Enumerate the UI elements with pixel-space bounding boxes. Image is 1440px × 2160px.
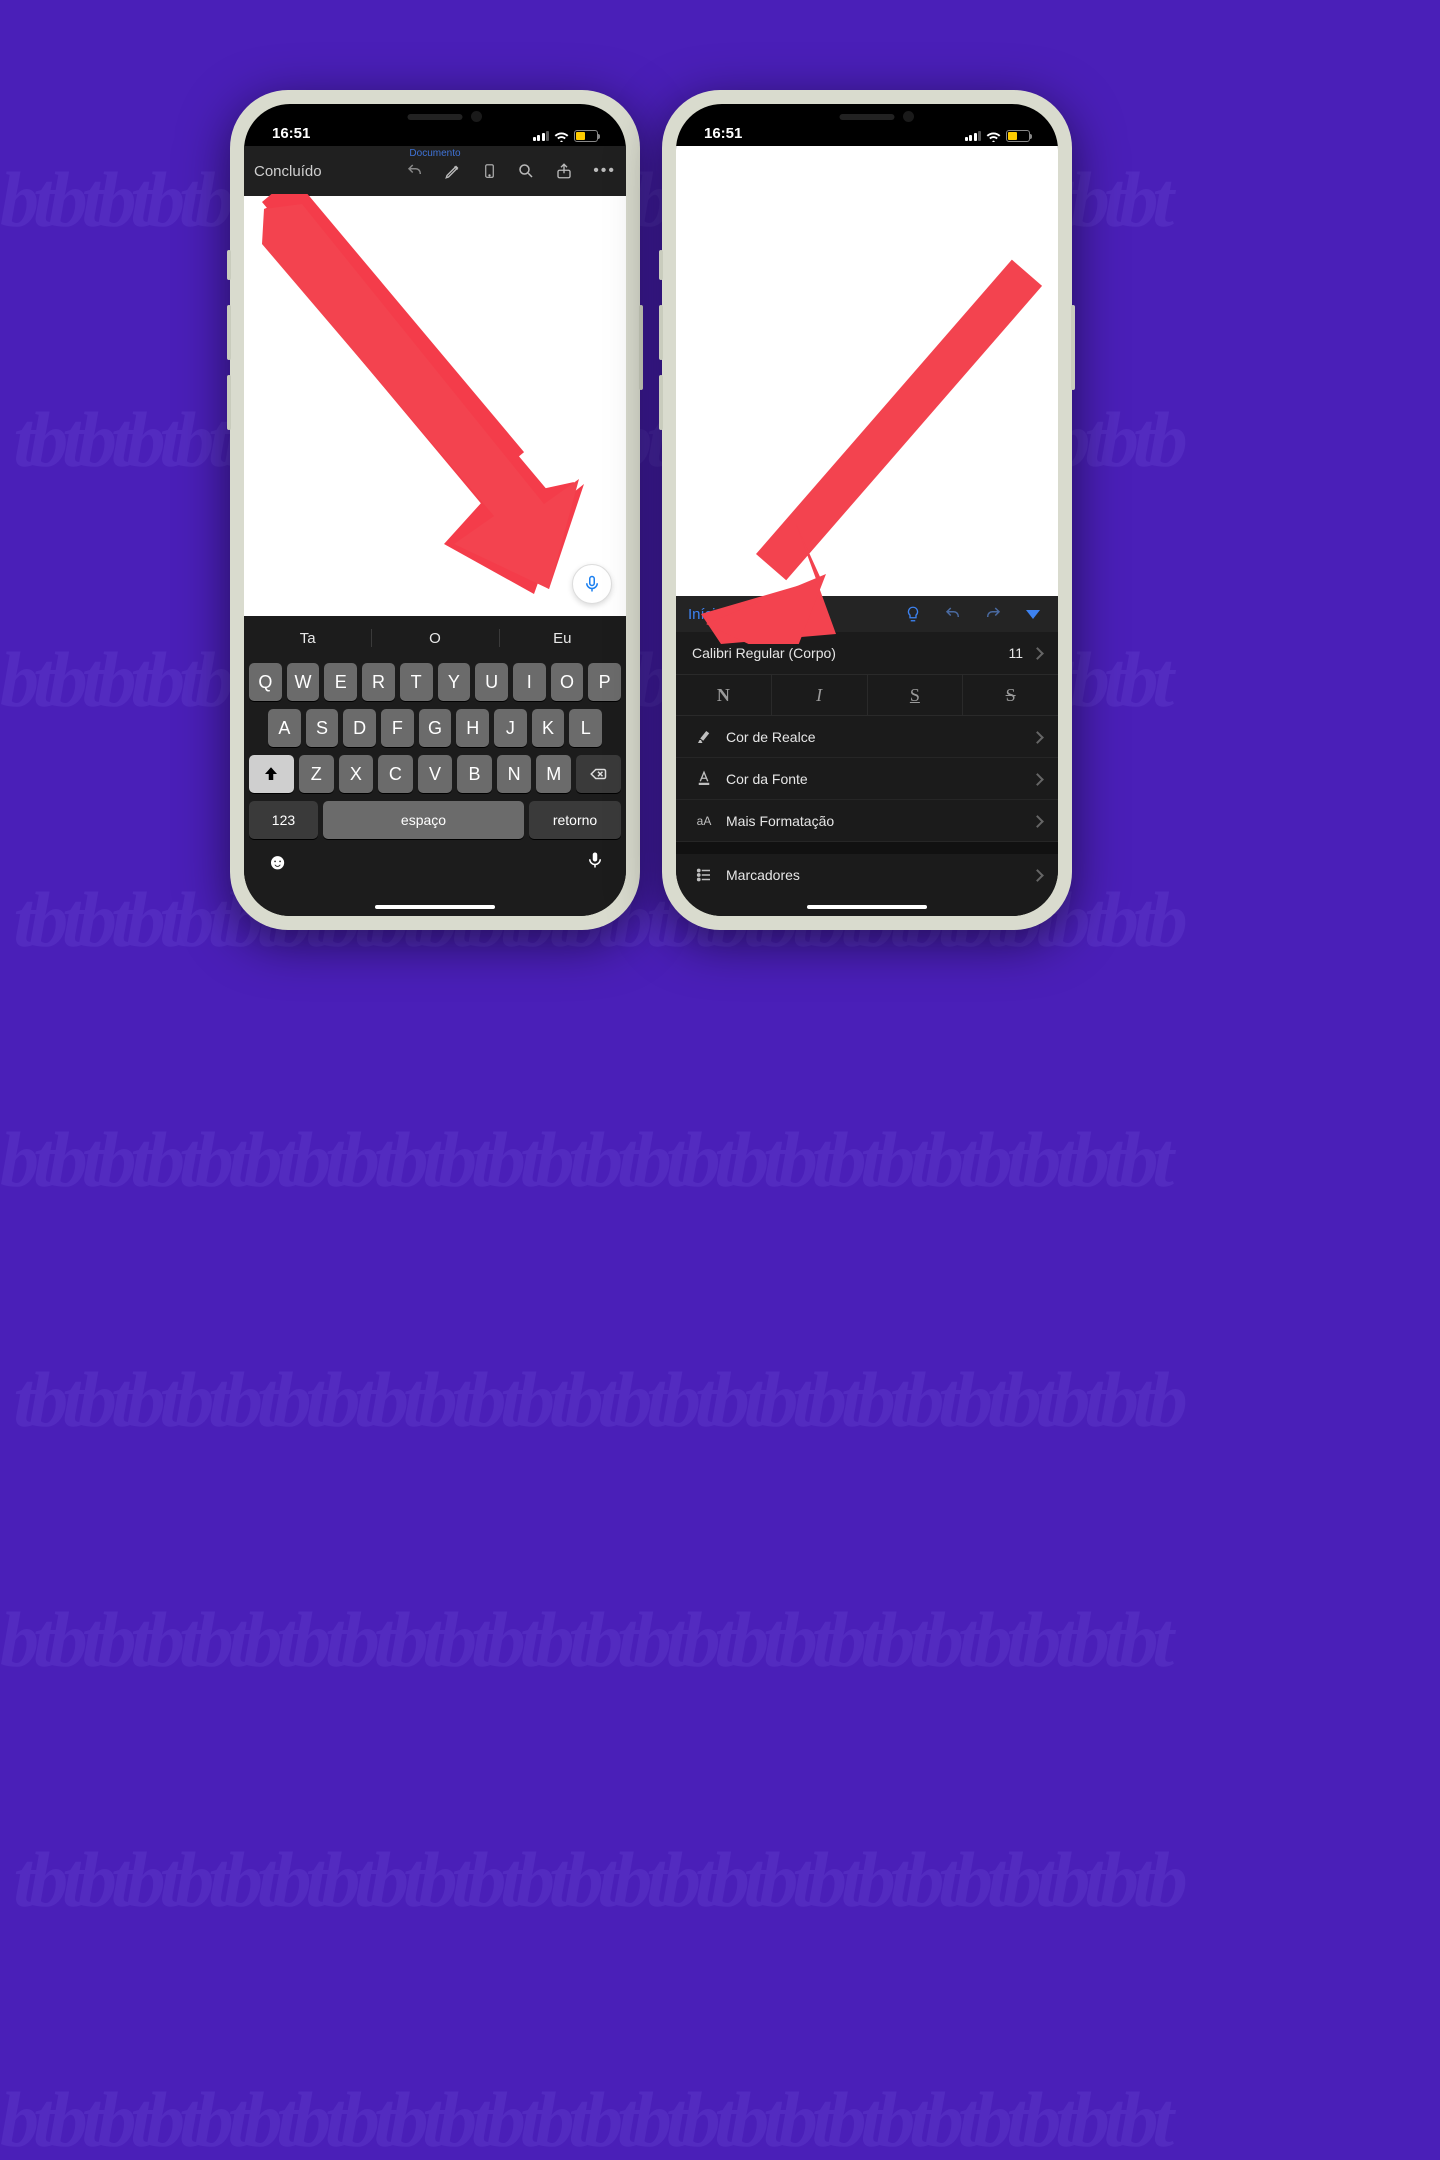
more-formatting-row[interactable]: aA Mais Formatação	[676, 800, 1058, 842]
status-time: 16:51	[272, 125, 310, 142]
key-return[interactable]: retorno	[529, 801, 621, 839]
home-indicator[interactable]	[375, 905, 495, 909]
key-y[interactable]: Y	[438, 663, 471, 701]
done-button[interactable]: Concluído	[254, 163, 322, 180]
key-p[interactable]: P	[588, 663, 621, 701]
key-w[interactable]: W	[287, 663, 320, 701]
key-d[interactable]: D	[343, 709, 376, 747]
font-size: 11	[1008, 645, 1023, 661]
emoji-button[interactable]: ☻	[266, 849, 289, 876]
key-h[interactable]: H	[456, 709, 489, 747]
key-z[interactable]: Z	[299, 755, 334, 793]
key-k[interactable]: K	[532, 709, 565, 747]
key-b[interactable]: B	[457, 755, 492, 793]
chevron-right-icon	[1033, 645, 1042, 661]
bold-button[interactable]: N	[676, 675, 771, 715]
key-m[interactable]: M	[536, 755, 571, 793]
wifi-icon	[986, 131, 1001, 142]
chevron-right-icon	[1033, 813, 1042, 829]
key-numbers[interactable]: 123	[249, 801, 318, 839]
document-canvas[interactable]	[676, 146, 1058, 596]
undo-icon[interactable]	[940, 605, 966, 623]
bullets-icon	[692, 866, 716, 884]
font-color-row[interactable]: Cor da Fonte	[676, 758, 1058, 800]
battery-icon	[1006, 130, 1030, 142]
key-i[interactable]: I	[513, 663, 546, 701]
key-t[interactable]: T	[400, 663, 433, 701]
menu-label: Cor da Fonte	[726, 771, 808, 787]
key-x[interactable]: X	[339, 755, 374, 793]
dictate-button[interactable]	[586, 849, 604, 876]
signal-icon	[965, 131, 982, 141]
font-color-icon	[692, 770, 716, 788]
signal-icon	[533, 131, 550, 141]
key-o[interactable]: O	[551, 663, 584, 701]
redo-icon[interactable]	[980, 605, 1006, 623]
key-c[interactable]: C	[378, 755, 413, 793]
draw-icon[interactable]	[444, 162, 462, 180]
undo-icon[interactable]	[406, 162, 424, 180]
key-g[interactable]: G	[419, 709, 452, 747]
tell-me-icon[interactable]	[900, 605, 926, 623]
document-canvas[interactable]	[244, 196, 626, 616]
phone-left: 16:51 Documento Concluído •••	[230, 90, 640, 930]
chevron-right-icon	[1033, 771, 1042, 787]
key-space[interactable]: espaço	[323, 801, 524, 839]
key-r[interactable]: R	[362, 663, 395, 701]
keyboard: Ta O Eu Q W E R T Y U I O P A S D F	[244, 616, 626, 916]
app-toolbar: Documento Concluído •••	[244, 146, 626, 196]
key-n[interactable]: N	[497, 755, 532, 793]
home-indicator[interactable]	[807, 905, 927, 909]
notch	[772, 104, 962, 134]
ribbon-header: Início	[676, 596, 1058, 632]
doc-title[interactable]: Documento	[244, 148, 626, 159]
chevron-right-icon	[1033, 729, 1042, 745]
ribbon-panel: Calibri Regular (Corpo) 11 N I S S Cor d…	[676, 632, 1058, 916]
notch	[340, 104, 530, 134]
collapse-ribbon-icon[interactable]	[1020, 610, 1046, 619]
chevron-right-icon	[1033, 867, 1042, 883]
phone-right: 16:51 Início Calibri Regular (	[662, 90, 1072, 930]
key-j[interactable]: J	[494, 709, 527, 747]
battery-icon	[574, 130, 598, 142]
key-v[interactable]: V	[418, 755, 453, 793]
suggestion-3[interactable]: Eu	[499, 621, 626, 655]
ribbon-tab-button[interactable]: Início	[688, 606, 740, 623]
text-case-icon: aA	[692, 814, 716, 828]
more-icon[interactable]: •••	[593, 162, 616, 180]
search-icon[interactable]	[517, 162, 535, 180]
highlight-icon	[692, 728, 716, 746]
status-time: 16:51	[704, 125, 742, 142]
font-name: Calibri Regular (Corpo)	[692, 645, 836, 661]
menu-label: Mais Formatação	[726, 813, 834, 829]
mobile-icon[interactable]	[482, 162, 497, 180]
menu-label: Cor de Realce	[726, 729, 816, 745]
wifi-icon	[554, 131, 569, 142]
selector-icon	[732, 609, 740, 620]
key-l[interactable]: L	[569, 709, 602, 747]
underline-button[interactable]: S	[867, 675, 963, 715]
highlight-color-row[interactable]: Cor de Realce	[676, 716, 1058, 758]
key-u[interactable]: U	[475, 663, 508, 701]
key-backspace[interactable]	[576, 755, 621, 793]
menu-label: Marcadores	[726, 867, 800, 883]
strike-button[interactable]: S	[962, 675, 1058, 715]
share-icon[interactable]	[555, 162, 573, 180]
font-row[interactable]: Calibri Regular (Corpo) 11	[676, 632, 1058, 674]
suggestion-1[interactable]: Ta	[244, 621, 371, 655]
key-q[interactable]: Q	[249, 663, 282, 701]
key-s[interactable]: S	[306, 709, 339, 747]
ribbon-tab-label: Início	[688, 606, 724, 623]
italic-button[interactable]: I	[771, 675, 867, 715]
key-f[interactable]: F	[381, 709, 414, 747]
key-shift[interactable]	[249, 755, 294, 793]
key-a[interactable]: A	[268, 709, 301, 747]
key-e[interactable]: E	[324, 663, 357, 701]
dictation-button[interactable]	[572, 564, 612, 604]
bullets-row[interactable]: Marcadores	[676, 854, 1058, 896]
suggestion-2[interactable]: O	[371, 621, 498, 655]
